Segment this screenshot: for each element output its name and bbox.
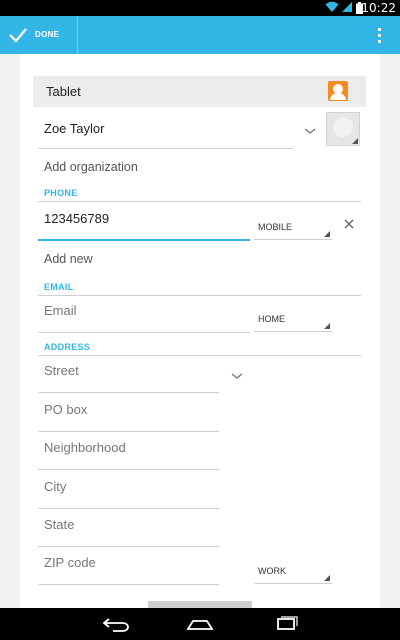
city-placeholder: City — [44, 479, 67, 494]
chevron-down-icon[interactable] — [303, 126, 317, 136]
state-placeholder: State — [44, 517, 75, 532]
address-type-label: WORK — [258, 566, 286, 576]
account-icon — [328, 81, 348, 101]
name-value: Zoe Taylor — [44, 121, 105, 136]
email-placeholder: Email — [44, 303, 77, 318]
pobox-placeholder: PO box — [44, 402, 88, 417]
phone-type-spinner[interactable]: MOBILE — [254, 216, 332, 240]
action-bar: DONE — [0, 16, 400, 54]
address-section-header: ADDRESS — [38, 342, 361, 356]
back-icon[interactable] — [101, 616, 131, 632]
done-label: DONE — [35, 30, 60, 39]
street-placeholder: Street — [44, 363, 79, 378]
add-phone-link[interactable]: Add new — [44, 252, 93, 266]
account-bar[interactable]: Tablet — [33, 76, 366, 107]
phone-section-title: PHONE — [44, 188, 78, 198]
email-type-label: HOME — [258, 314, 285, 324]
clock: 10:22 — [361, 1, 396, 15]
signal-icon — [342, 2, 352, 12]
status-bar: 10:22 — [0, 0, 400, 16]
phone-type-label: MOBILE — [258, 222, 293, 232]
city-field[interactable]: City — [38, 473, 219, 509]
bottom-button-stub[interactable] — [148, 601, 252, 608]
neighborhood-field[interactable]: Neighborhood — [38, 434, 219, 470]
phone-value: 123456789 — [44, 211, 110, 226]
avatar — [333, 117, 353, 137]
zip-field[interactable]: ZIP code — [38, 549, 219, 585]
done-button[interactable]: DONE — [0, 16, 78, 54]
state-field[interactable]: State — [38, 511, 219, 547]
email-type-spinner[interactable]: HOME — [254, 308, 332, 332]
phone-field[interactable]: 123456789 — [38, 205, 250, 241]
navigation-bar — [0, 608, 400, 640]
checkmark-icon — [9, 28, 27, 43]
phone-section-header: PHONE — [38, 188, 361, 202]
address-type-spinner[interactable]: WORK — [254, 560, 332, 584]
chevron-down-icon[interactable] — [230, 371, 244, 381]
email-section-title: EMAIL — [44, 282, 74, 292]
email-section-header: EMAIL — [38, 282, 361, 296]
address-section-title: ADDRESS — [44, 342, 91, 352]
pobox-field[interactable]: PO box — [38, 396, 219, 432]
street-field[interactable]: Street — [38, 357, 219, 393]
contact-photo[interactable] — [326, 112, 360, 146]
wifi-icon — [325, 1, 339, 12]
name-field[interactable]: Zoe Taylor — [38, 113, 293, 149]
neighborhood-placeholder: Neighborhood — [44, 440, 126, 455]
zip-placeholder: ZIP code — [44, 555, 96, 570]
account-label: Tablet — [46, 84, 81, 99]
close-icon[interactable] — [342, 217, 356, 231]
email-field[interactable]: Email — [38, 297, 250, 333]
add-organization-link[interactable]: Add organization — [44, 160, 138, 174]
overflow-menu-icon[interactable] — [360, 16, 400, 54]
recent-apps-icon[interactable] — [271, 616, 301, 632]
home-icon[interactable] — [185, 616, 215, 632]
